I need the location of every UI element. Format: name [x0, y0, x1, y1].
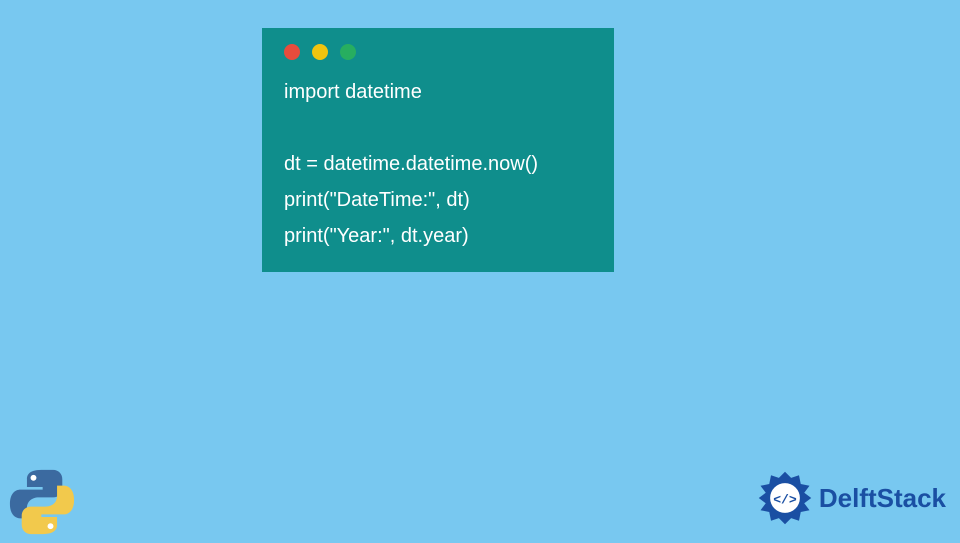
minimize-icon [312, 44, 328, 60]
code-block: import datetime dt = datetime.datetime.n… [262, 74, 614, 258]
delftstack-badge-icon: </> [757, 470, 813, 526]
code-line: dt = datetime.datetime.now() [284, 153, 538, 175]
brand-name: DelftStack [819, 483, 946, 514]
svg-text:</>: </> [773, 492, 797, 507]
brand-block: </> DelftStack [757, 470, 946, 526]
code-line: import datetime [284, 81, 422, 103]
close-icon [284, 44, 300, 60]
code-line: print("DateTime:", dt) [284, 189, 470, 211]
window-controls [262, 28, 614, 74]
code-line: print("Year:", dt.year) [284, 225, 469, 247]
code-window: import datetime dt = datetime.datetime.n… [262, 28, 614, 272]
python-logo-icon [6, 466, 78, 538]
maximize-icon [340, 44, 356, 60]
